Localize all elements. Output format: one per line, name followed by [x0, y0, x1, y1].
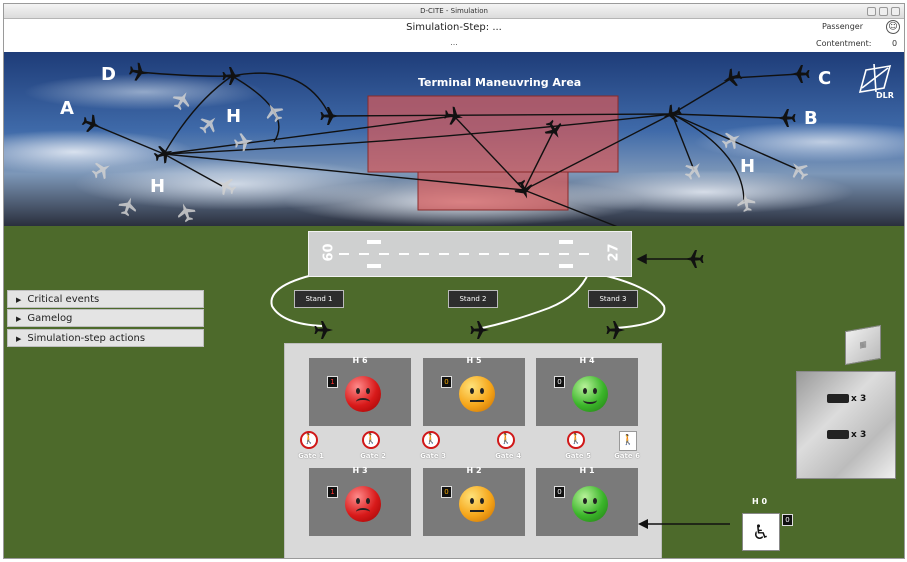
expand-arrow-icon: ▶	[16, 315, 22, 323]
truck-count-row[interactable]: x 3	[827, 430, 866, 440]
panel-gamelog[interactable]: ▶ Gamelog	[7, 309, 204, 327]
runway: 09 27	[308, 231, 632, 277]
unhappy-face-icon	[345, 486, 381, 522]
holding-room-label: H 6	[352, 356, 368, 365]
title-bar: D-CITE - Simulation	[4, 4, 904, 19]
entry-point-c: C	[818, 68, 831, 89]
panel-label: Simulation-step actions	[27, 333, 146, 344]
runway-number-09: 09	[318, 243, 334, 262]
terminal-building: H 6 1 H 5 0 H 4 0 🚶 🚶 🚶 🚶 🚶 🚶 Gate 1 Gat…	[284, 343, 662, 558]
contentment-value: 0	[892, 39, 898, 48]
holding-room-h5[interactable]: H 5 0	[423, 356, 525, 426]
holding-room-label: H 1	[579, 466, 595, 475]
contentment-label: Contentment:	[816, 39, 872, 48]
holding-room-h1[interactable]: H 1 0	[536, 466, 638, 536]
bus-icon	[827, 394, 849, 403]
gate-4-label: Gate 4	[495, 452, 521, 460]
gate-6-label: Gate 6	[614, 452, 640, 460]
neutral-face-icon	[459, 486, 495, 522]
panel-critical-events[interactable]: ▶ Critical events	[7, 290, 204, 308]
passenger-count-badge: 1	[327, 376, 338, 388]
arrival-arrow-icon	[638, 519, 730, 529]
stand-2[interactable]: Stand 2	[448, 290, 498, 308]
simulation-step-label: Simulation-Step: ...	[406, 22, 502, 33]
holding-room-label: H 2	[466, 466, 482, 475]
window-title: D-CITE - Simulation	[420, 7, 488, 15]
gate-2-closed-icon[interactable]: 🚶	[362, 431, 380, 449]
panel-label: Gamelog	[27, 313, 73, 324]
passenger-count-badge: 0	[441, 486, 452, 498]
gate-1-label: Gate 1	[298, 452, 324, 460]
simulation-window: D-CITE - Simulation Simulation-Step: ...…	[3, 3, 905, 559]
panel-simulation-step-actions[interactable]: ▶ Simulation-step actions	[7, 329, 204, 347]
neutral-face-icon	[459, 376, 495, 412]
panel-label: Critical events	[27, 294, 100, 305]
passenger-count-badge: 0	[554, 486, 565, 498]
holding-room-label: H 5	[466, 356, 482, 365]
gate-6-open-icon[interactable]: 🚶	[619, 431, 637, 451]
holding-room-h4[interactable]: H 4 0	[536, 356, 638, 426]
airspace-routes: A B C D H H H Terminal Maneuvring Area D…	[60, 61, 894, 226]
holding-room-h3[interactable]: H 3 1	[309, 466, 411, 536]
airspace-map: A B C D H H H Terminal Maneuvring Area D…	[4, 52, 904, 226]
stand-3[interactable]: Stand 3	[588, 290, 638, 308]
passenger-label: Passenger	[822, 22, 863, 31]
passenger-count-badge: 0	[782, 514, 793, 526]
holding-room-label: H 3	[352, 466, 368, 475]
entry-point-d: D	[101, 64, 116, 85]
runway-number-27: 27	[606, 243, 622, 262]
gate-4-closed-icon[interactable]: 🚶	[497, 431, 515, 449]
holding-pattern-west-north: H	[226, 106, 241, 127]
passenger-count-badge: 1	[327, 486, 338, 498]
unhappy-face-icon	[345, 376, 381, 412]
gate-5-label: Gate 5	[565, 452, 591, 460]
gate-3-label: Gate 3	[420, 452, 446, 460]
dlr-logo-icon	[858, 63, 892, 93]
stand-1[interactable]: Stand 1	[294, 290, 344, 308]
entry-point-b: B	[804, 108, 818, 129]
entry-point-a: A	[60, 98, 74, 119]
holding-room-h0-label: H 0	[752, 497, 768, 506]
expand-arrow-icon: ▶	[16, 296, 22, 304]
cargo-container-icon[interactable]: ▦	[845, 324, 881, 366]
gate-2-label: Gate 2	[360, 452, 386, 460]
passenger-count-badge: 0	[441, 376, 452, 388]
smiley-icon[interactable]: ☺	[886, 20, 900, 34]
bus-count-row[interactable]: x 3	[827, 394, 866, 404]
gate-1-closed-icon[interactable]: 🚶	[300, 431, 318, 449]
bus-count: x 3	[851, 394, 867, 404]
maximize-button[interactable]	[879, 7, 888, 16]
happy-face-icon	[572, 376, 608, 412]
ground-transport-panel: x 3 x 3	[796, 371, 896, 479]
holding-pattern-east: H	[740, 156, 755, 177]
expand-arrow-icon: ▶	[16, 335, 22, 343]
header-bar: Simulation-Step: ... ... Passenger ☺ Con…	[4, 19, 904, 53]
gate-5-closed-icon[interactable]: 🚶	[567, 431, 585, 449]
passenger-count-badge: 0	[554, 376, 565, 388]
truck-icon	[827, 430, 849, 439]
close-button[interactable]	[891, 7, 900, 16]
runway-markings	[339, 240, 589, 268]
truck-count: x 3	[851, 430, 867, 440]
holding-room-label: H 4	[579, 356, 595, 365]
waiting-passenger-icon[interactable]: ♿	[742, 513, 780, 551]
holding-room-h6[interactable]: H 6 1	[309, 356, 411, 426]
gate-3-closed-icon[interactable]: 🚶	[422, 431, 440, 449]
simulation-step-detail: ...	[450, 38, 458, 47]
tma-lower-zone	[417, 171, 569, 211]
minimize-button[interactable]	[867, 7, 876, 16]
dlr-logo-text: DLR	[876, 91, 894, 100]
happy-face-icon	[572, 486, 608, 522]
holding-pattern-west-south: H	[150, 176, 165, 197]
window-controls	[867, 7, 900, 16]
holding-room-h2[interactable]: H 2 0	[423, 466, 525, 536]
tma-title: Terminal Maneuvring Area	[418, 76, 581, 89]
